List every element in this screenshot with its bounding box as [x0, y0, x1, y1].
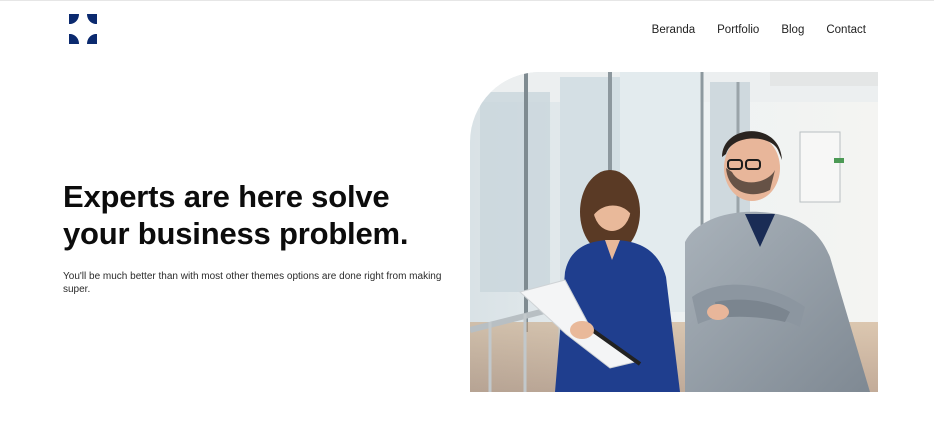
nav-item-blog[interactable]: Blog	[781, 23, 804, 37]
office-photo-illustration	[470, 72, 878, 392]
hero-title: Experts are here solve your business pro…	[63, 179, 409, 251]
main-nav: Beranda Portfolio Blog Contact	[652, 23, 866, 37]
nav-item-portfolio[interactable]: Portfolio	[717, 23, 759, 37]
hero-description: You'll be much better than with most oth…	[63, 271, 442, 295]
hero-photo	[470, 72, 878, 392]
logo-icon[interactable]	[66, 12, 100, 46]
nav-item-beranda[interactable]: Beranda	[652, 23, 695, 37]
nav-item-contact[interactable]: Contact	[826, 23, 866, 37]
site-header: Beranda Portfolio Blog Contact	[0, 0, 934, 60]
